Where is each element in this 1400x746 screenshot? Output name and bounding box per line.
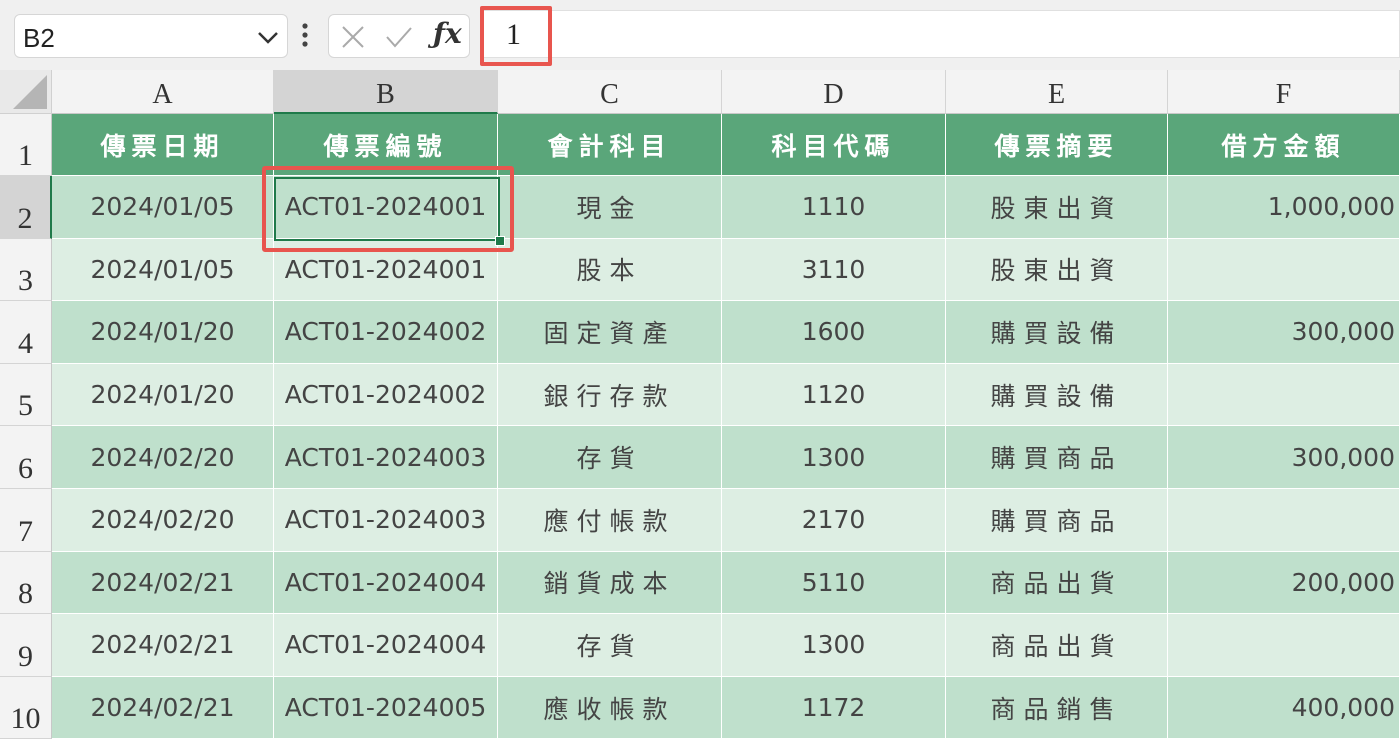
table-cell[interactable]: ACT01-2024003 [274,426,498,489]
column-header-d[interactable]: D [722,70,946,114]
fill-handle[interactable] [495,236,505,246]
table-cell[interactable]: 1300 [722,614,946,677]
table-cell[interactable]: 購買商品 [946,489,1168,552]
formula-input[interactable] [482,10,1400,58]
header-cell[interactable]: 傳票摘要 [946,114,1168,176]
x-icon[interactable] [341,25,365,49]
header-cell[interactable]: 傳票日期 [52,114,274,176]
select-all-button[interactable] [0,70,52,114]
name-box-value: B2 [23,23,55,53]
row-header-3[interactable]: 3 [0,238,52,302]
table-cell[interactable]: 存貨 [498,614,722,677]
column-header-b[interactable]: B [274,70,498,114]
table-cell[interactable]: 購買設備 [946,301,1168,364]
table-cell[interactable]: 1110 [722,176,946,239]
row-header-4[interactable]: 4 [0,301,52,364]
table-cell[interactable]: 2024/01/05 [52,238,274,302]
table-cell[interactable]: 存貨 [498,426,722,489]
table-cell[interactable]: 購買商品 [946,426,1168,489]
table-cell[interactable]: 股東出資 [946,238,1168,302]
table-cell[interactable]: 2024/02/21 [52,676,274,740]
table-cell[interactable] [1168,489,1400,552]
table-cell[interactable]: 2024/01/05 [52,176,274,239]
table-cell[interactable]: 1,000,000 [1168,176,1400,239]
row-header-6[interactable]: 6 [0,426,52,489]
table-cell[interactable]: 300,000 [1168,426,1400,489]
table-cell[interactable] [1168,238,1400,302]
table-cell[interactable]: 1600 [722,301,946,364]
formula-bar: B2 ƒx 1 [0,0,1400,70]
check-icon[interactable] [385,25,413,49]
fx-icon[interactable]: ƒx [433,17,462,50]
column-header-f[interactable]: F [1168,70,1400,114]
table-cell[interactable]: 銷貨成本 [498,551,722,615]
select-all-triangle-icon [13,75,47,109]
table-cell[interactable]: ACT01-2024003 [274,489,498,552]
table-cell[interactable]: 股本 [498,238,722,302]
table-cell[interactable]: 1120 [722,363,946,427]
table-cell[interactable]: 購買設備 [946,363,1168,427]
table-cell[interactable]: 2024/01/20 [52,363,274,427]
table-cell[interactable]: ACT01-2024004 [274,551,498,615]
table-cell[interactable]: ACT01-2024005 [274,676,498,740]
row-header-10[interactable]: 10 [0,676,52,740]
row-header-5[interactable]: 5 [0,363,52,427]
row-header-8[interactable]: 8 [0,551,52,615]
vertical-dots-icon[interactable] [300,22,310,48]
table-cell[interactable]: 現金 [498,176,722,239]
row-header-1[interactable]: 1 [0,114,52,176]
table-cell[interactable]: 300,000 [1168,301,1400,364]
table-cell[interactable]: 2024/02/21 [52,551,274,615]
header-cell[interactable]: 科目代碼 [722,114,946,176]
table-cell[interactable]: 商品銷售 [946,676,1168,740]
table-cell[interactable]: 2024/01/20 [52,301,274,364]
spreadsheet-grid: ABCDEF 1 2 3 4 5 6 7 8 9 10 傳票日期 傳票編號 會計科目 科目代碼 傳票摘要借… [0,70,1400,746]
column-header-c[interactable]: C [498,70,722,114]
table-cell[interactable] [1168,363,1400,427]
row-header-7[interactable]: 7 [0,489,52,552]
table-cell[interactable]: 商品出貨 [946,614,1168,677]
header-cell[interactable]: 借方金額 [1168,114,1400,176]
chevron-down-icon[interactable] [257,31,279,45]
cell-highlight-box [262,166,514,252]
formula-buttons: ƒx [328,14,470,58]
name-box[interactable]: B2 [14,14,288,58]
table-cell[interactable]: 固定資產 [498,301,722,364]
table-cell[interactable]: 400,000 [1168,676,1400,740]
table-cell[interactable]: ACT01-2024002 [274,363,498,427]
row-header-9[interactable]: 9 [0,614,52,677]
table-cell[interactable]: 2170 [722,489,946,552]
column-header-e[interactable]: E [946,70,1168,114]
table-cell[interactable]: 2024/02/20 [52,489,274,552]
table-cell[interactable]: 200,000 [1168,551,1400,615]
table-cell[interactable]: 2024/02/21 [52,614,274,677]
table-cell[interactable]: 3110 [722,238,946,302]
column-header-a[interactable]: A [52,70,274,114]
formula-highlight-box [480,6,552,66]
table-cell[interactable]: ACT01-2024004 [274,614,498,677]
row-header-2[interactable]: 2 [0,176,52,239]
table-cell[interactable]: 2024/02/20 [52,426,274,489]
table-cell[interactable]: 5110 [722,551,946,615]
table-cell[interactable]: 應付帳款 [498,489,722,552]
table-cell[interactable]: 銀行存款 [498,363,722,427]
table-cell[interactable]: ACT01-2024002 [274,301,498,364]
table-cell[interactable] [1168,614,1400,677]
table-cell[interactable]: 股東出資 [946,176,1168,239]
table-cell[interactable]: 1300 [722,426,946,489]
table-cell[interactable]: 商品出貨 [946,551,1168,615]
table-cell[interactable]: 1172 [722,676,946,740]
header-cell[interactable]: 會計科目 [498,114,722,176]
table-cell[interactable]: 應收帳款 [498,676,722,740]
